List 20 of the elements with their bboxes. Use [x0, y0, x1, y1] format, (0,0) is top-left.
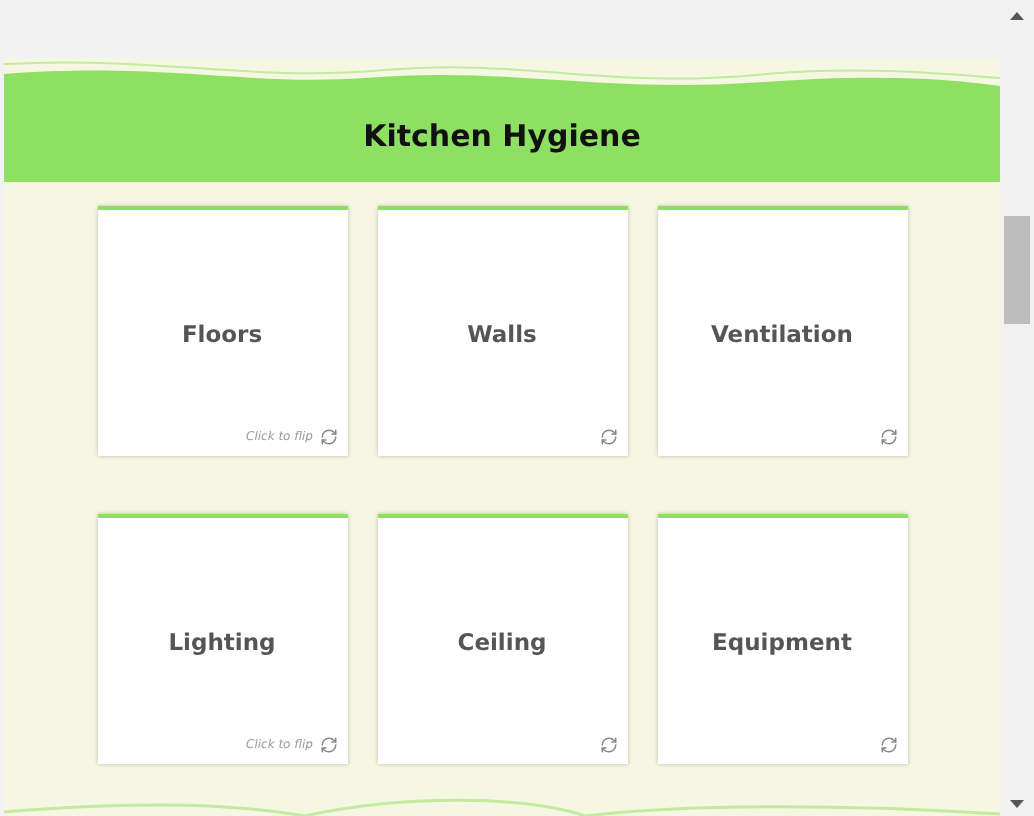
- flip-card[interactable]: Walls: [377, 206, 627, 456]
- card-label: Floors: [181, 319, 263, 347]
- card-label: Ventilation: [711, 319, 853, 347]
- flip-icon: [599, 736, 617, 754]
- scroll-down-icon[interactable]: [1010, 800, 1024, 808]
- flip-icon: [599, 428, 617, 446]
- flip-card[interactable]: Ceiling: [377, 514, 627, 764]
- flip-icon: [879, 736, 897, 754]
- scroll-up-icon[interactable]: [1010, 12, 1024, 20]
- flip-icon: [319, 428, 337, 446]
- scrollbar-thumb[interactable]: [1004, 216, 1030, 324]
- flip-card[interactable]: Ventilation: [657, 206, 907, 456]
- card-label: Walls: [467, 319, 537, 347]
- page-title: Kitchen Hygiene: [363, 118, 641, 154]
- card-label: Equipment: [712, 627, 852, 655]
- flip-icon: [319, 736, 337, 754]
- card-label: Ceiling: [457, 627, 547, 655]
- flip-card[interactable]: Equipment: [657, 514, 907, 764]
- card-label: Lighting: [168, 627, 276, 655]
- flip-icon: [879, 428, 897, 446]
